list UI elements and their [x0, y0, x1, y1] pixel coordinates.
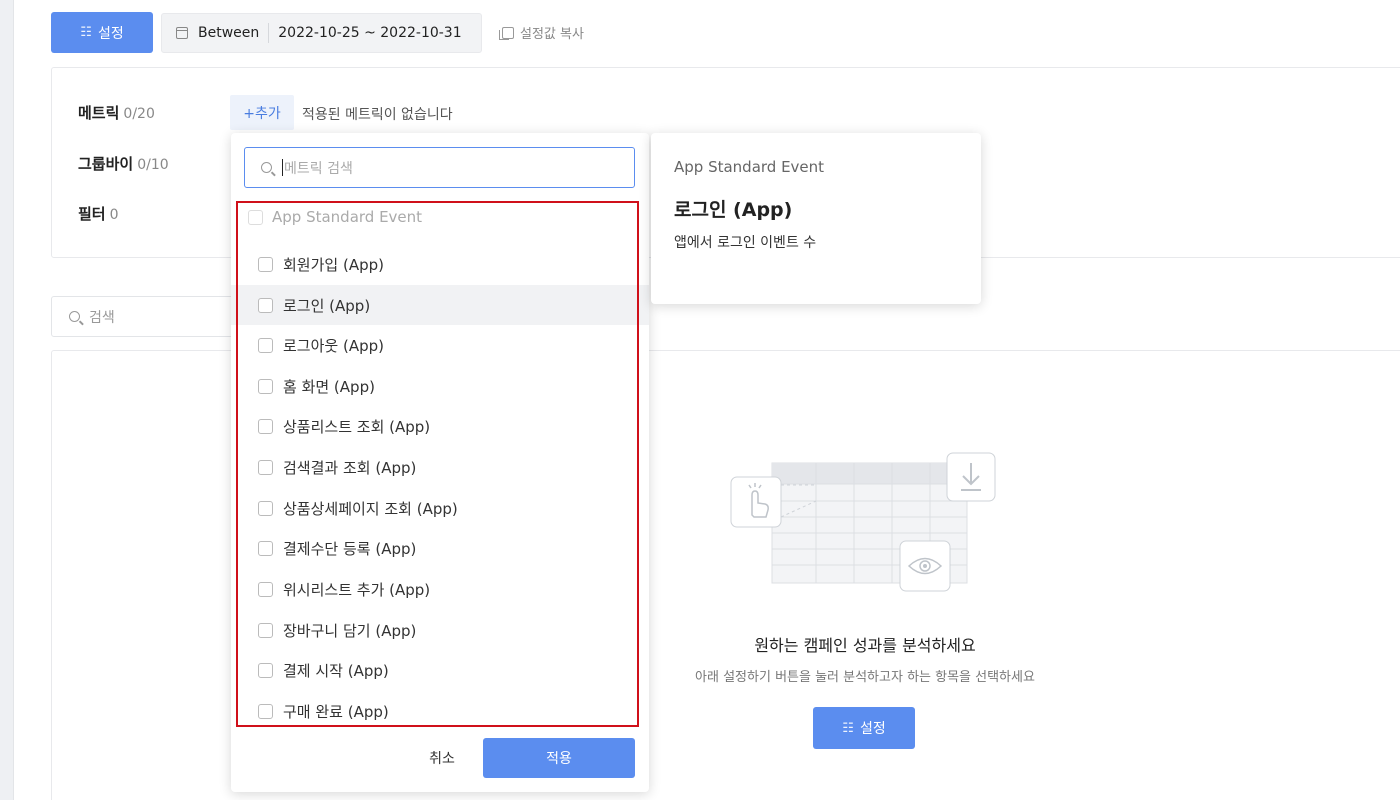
sliders-icon: ☷: [842, 720, 854, 736]
item-checkbox[interactable]: [258, 500, 273, 516]
search-input[interactable]: 검색: [51, 296, 251, 337]
list-item[interactable]: 결제수단 등록 (App): [231, 528, 649, 568]
item-checkbox[interactable]: [258, 662, 273, 678]
detail-description: 앱에서 로그인 이벤트 수: [674, 235, 817, 251]
item-label: 회원가입 (App): [283, 255, 384, 274]
filter-count: 0: [109, 207, 119, 223]
item-checkbox[interactable]: [258, 256, 273, 272]
item-checkbox[interactable]: [258, 297, 273, 313]
detail-category: App Standard Event: [674, 158, 825, 176]
item-label: 홈 화면 (App): [283, 377, 375, 396]
search-placeholder: 검색: [89, 309, 115, 326]
empty-state-description: 아래 설정하기 버튼을 눌러 분석하고자 하는 항목을 선택하세요: [695, 670, 1035, 685]
empty-state-title: 원하는 캠페인 성과를 분석하세요: [754, 636, 976, 655]
metric-dropdown: 메트릭 검색 App Standard Event 회원가입 (App) 로그인…: [231, 133, 649, 792]
groupby-label: 그룹바이: [78, 155, 134, 173]
settings-button[interactable]: ☷ 설정: [51, 12, 153, 53]
metric-search-input[interactable]: 메트릭 검색: [244, 147, 635, 188]
table-header-illustration: [772, 463, 967, 484]
detail-name: 로그인 (App): [674, 199, 793, 221]
add-metric-button[interactable]: +추가: [230, 95, 294, 130]
date-separator: [268, 23, 270, 43]
empty-state-settings-label: 설정: [859, 721, 886, 737]
sliders-icon: ☷: [80, 25, 92, 40]
settings-button-label: 설정: [97, 25, 124, 42]
eye-icon: [899, 540, 951, 592]
copy-settings-button[interactable]: 설정값 복사: [499, 23, 584, 42]
item-label: 상품리스트 조회 (App): [283, 417, 431, 436]
list-item[interactable]: 검색결과 조회 (App): [231, 447, 649, 487]
filter-row-label: 필터 0: [78, 203, 119, 224]
item-label: 구매 완료 (App): [283, 702, 389, 721]
metric-count: 0/20: [123, 106, 155, 122]
list-item[interactable]: 장바구니 담기 (App): [231, 610, 649, 650]
item-label: 장바구니 담기 (App): [283, 621, 417, 640]
item-label: 위시리스트 추가 (App): [283, 580, 431, 599]
apply-button[interactable]: 적용: [483, 738, 635, 778]
list-item[interactable]: 홈 화면 (App): [231, 366, 649, 406]
item-label: 로그인 (App): [283, 296, 371, 315]
item-checkbox[interactable]: [258, 703, 273, 719]
metric-search-placeholder: 메트릭 검색: [284, 160, 353, 177]
list-item[interactable]: 구매 완료 (App): [231, 691, 649, 731]
list-item[interactable]: 로그인 (App): [231, 285, 649, 325]
calendar-icon: [176, 27, 188, 39]
item-label: 상품상세페이지 조회 (App): [283, 499, 458, 518]
text-cursor: [282, 159, 283, 176]
metric-label: 메트릭: [78, 104, 120, 122]
empty-state-illustration: [730, 452, 996, 592]
item-label: 검색결과 조회 (App): [283, 458, 417, 477]
item-checkbox[interactable]: [258, 337, 273, 353]
cancel-button[interactable]: 취소: [412, 738, 472, 778]
item-checkbox[interactable]: [258, 459, 273, 475]
touch-hand-icon: [730, 476, 782, 528]
group-checkbox[interactable]: [248, 209, 263, 225]
metric-detail-card: App Standard Event 로그인 (App) 앱에서 로그인 이벤트…: [651, 133, 981, 304]
apply-button-label: 적용: [546, 751, 572, 767]
item-label: 결제수단 등록 (App): [283, 539, 417, 558]
item-label: 로그아웃 (App): [283, 336, 384, 355]
groupby-count: 0/10: [137, 157, 169, 173]
search-icon: [69, 311, 80, 322]
download-icon: [946, 452, 996, 502]
item-checkbox[interactable]: [258, 540, 273, 556]
search-icon: [261, 162, 272, 173]
group-header[interactable]: App Standard Event: [248, 208, 422, 226]
item-checkbox[interactable]: [258, 622, 273, 638]
metric-row-label: 메트릭 0/20: [78, 102, 155, 123]
no-metric-text: 적용된 메트릭이 없습니다: [302, 107, 453, 123]
item-checkbox[interactable]: [258, 418, 273, 434]
item-label: 결제 시작 (App): [283, 661, 389, 680]
list-item[interactable]: 회원가입 (App): [231, 244, 649, 284]
date-mode-label: Between: [198, 25, 260, 41]
copy-settings-label: 설정값 복사: [520, 27, 584, 42]
item-checkbox[interactable]: [258, 378, 273, 394]
date-range-value: 2022-10-25 ~ 2022-10-31: [278, 25, 462, 41]
group-label: App Standard Event: [272, 208, 423, 226]
left-sidebar-strip: [0, 0, 14, 800]
date-range-picker[interactable]: Between 2022-10-25 ~ 2022-10-31: [161, 13, 482, 53]
list-item[interactable]: 결제 시작 (App): [231, 650, 649, 690]
empty-state-settings-button[interactable]: ☷ 설정: [813, 707, 915, 749]
list-item[interactable]: 로그아웃 (App): [231, 325, 649, 365]
filter-label: 필터: [78, 205, 106, 223]
groupby-row-label: 그룹바이 0/10: [78, 153, 169, 174]
list-item[interactable]: 상품리스트 조회 (App): [231, 406, 649, 446]
list-item[interactable]: 위시리스트 추가 (App): [231, 569, 649, 609]
item-checkbox[interactable]: [258, 581, 273, 597]
list-item[interactable]: 상품상세페이지 조회 (App): [231, 488, 649, 528]
copy-icon: [499, 26, 514, 40]
